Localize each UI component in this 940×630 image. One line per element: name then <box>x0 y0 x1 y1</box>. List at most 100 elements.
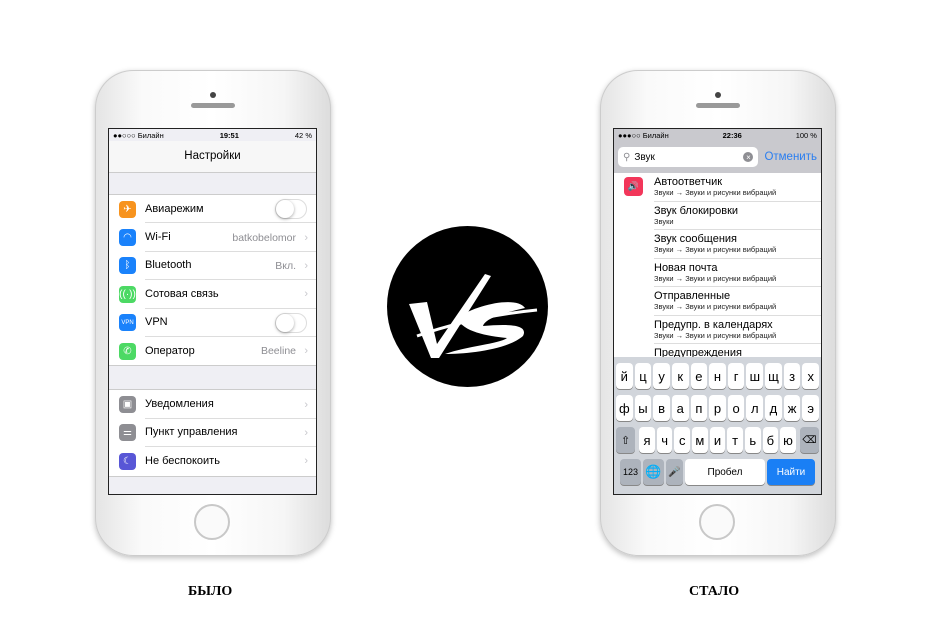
speaker-icon: 🔊 <box>624 177 643 196</box>
chevron-right-icon: › <box>304 259 308 272</box>
time: 22:36 <box>722 130 742 140</box>
settings-row[interactable]: ᛒ Bluetooth Вкл. › <box>109 252 316 281</box>
key[interactable]: ю <box>780 427 796 453</box>
key[interactable]: т <box>727 427 743 453</box>
key[interactable]: ф <box>615 395 633 421</box>
new-iphone: ●●●○○ Билайн 22:36 100 % ⚲ Звук × Отмени… <box>600 70 836 556</box>
key[interactable]: ь <box>744 427 761 453</box>
key[interactable]: р <box>709 395 726 421</box>
search-result[interactable]: Отправленные Звуки → Звуки и рисунки вибр… <box>654 287 821 316</box>
key[interactable]: г <box>727 363 745 389</box>
chevron-right-icon: › <box>304 426 308 439</box>
shift-icon[interactable]: ⇧ <box>615 427 636 453</box>
row-label: Уведомления <box>145 390 316 419</box>
battery: 100 % <box>795 130 817 140</box>
key[interactable]: й <box>615 363 633 389</box>
settings-group-system: ▣ Уведомления › ⚌ Пункт управления › ☾ Не беспо… <box>109 389 316 477</box>
search-results: 🔊 Автоответчик Звуки → Звуки и рисунки виб… <box>614 173 821 358</box>
settings-row[interactable]: ✈ Авиарежим <box>109 195 316 224</box>
settings-row[interactable]: ⚌ Пункт управления › <box>109 419 316 448</box>
search-result[interactable]: Звук сообщения Звуки → Звуки и рисунки ви… <box>654 230 821 259</box>
key[interactable]: ч <box>656 427 673 453</box>
home-button[interactable] <box>699 504 735 540</box>
search-result[interactable]: 🔊 Автоответчик Звуки → Звуки и рисунки виб… <box>624 173 821 202</box>
vpn-icon: VPN <box>119 314 136 332</box>
search-result[interactable]: Новая почта Звуки → Звуки и рисунки вибра… <box>654 259 821 287</box>
settings-row[interactable]: ▣ Уведомления › <box>109 390 316 419</box>
key[interactable]: м <box>692 427 708 453</box>
microphone-icon[interactable]: 🎤 <box>666 459 683 485</box>
result-title: Отправленные <box>654 290 731 302</box>
chevron-right-icon: › <box>304 288 308 301</box>
result-title: Звук сообщения <box>654 233 737 245</box>
result-title: Автоответчик <box>654 176 723 188</box>
row-label: Не беспокоить <box>145 455 220 468</box>
key[interactable]: б <box>762 427 779 453</box>
row-label: Пункт управления <box>145 419 316 448</box>
key-numbers[interactable]: 123 <box>620 459 641 485</box>
row-label: Сотовая связь <box>145 280 316 309</box>
cancel-button[interactable]: Отменить <box>764 151 817 163</box>
search-input[interactable]: ⚲ Звук × <box>618 147 759 167</box>
home-button[interactable] <box>194 504 230 540</box>
key[interactable]: и <box>709 427 726 453</box>
old-iphone: ●●○○○ Билайн 19:51 42 % Настройки ✈ Авиар… <box>95 70 331 556</box>
key[interactable]: с <box>674 427 691 453</box>
speaker <box>696 103 740 108</box>
status-bar: ●●○○○ Билайн 19:51 42 % <box>109 129 316 141</box>
key-space[interactable]: Пробел <box>685 459 765 485</box>
chevron-right-icon: › <box>304 231 308 244</box>
toggle-switch[interactable] <box>275 312 307 333</box>
search-bar: ⚲ Звук × Отменить <box>614 141 821 173</box>
key[interactable]: н <box>709 363 726 389</box>
settings-row[interactable]: ☾ Не беспокоить › <box>109 447 316 475</box>
key[interactable]: а <box>671 395 689 421</box>
row-value: Beeline <box>260 345 296 358</box>
backspace-icon[interactable]: ⌫ <box>799 427 820 453</box>
battery: 42 % <box>294 130 312 140</box>
result-path: Звуки → Звуки и рисунки вибраций <box>654 302 777 311</box>
key[interactable]: к <box>671 363 689 389</box>
key[interactable]: щ <box>765 363 782 389</box>
key[interactable]: о <box>727 395 745 421</box>
globe-icon[interactable]: 🌐 <box>643 459 664 485</box>
status-bar: ●●●○○ Билайн 22:36 100 % <box>614 129 821 141</box>
toggle-switch[interactable] <box>275 199 307 220</box>
search-result[interactable]: Предупр. в календарях Звуки → Звуки и рис… <box>654 316 821 344</box>
moon-icon: ☾ <box>119 452 136 470</box>
key[interactable]: ы <box>634 395 652 421</box>
result-title: Предупр. в календарях <box>654 318 773 331</box>
settings-screen: ●●○○○ Билайн 19:51 42 % Настройки ✈ Авиар… <box>108 128 317 495</box>
vs-logo <box>387 226 548 387</box>
settings-row[interactable]: ((·)) Сотовая связь › <box>109 280 316 309</box>
vpn-icon-label: VPN <box>121 319 134 326</box>
cellular-icon: ((·)) <box>119 285 136 303</box>
key-search[interactable]: Найти <box>767 459 815 485</box>
key[interactable]: е <box>690 363 708 389</box>
airplane-icon: ✈ <box>119 200 136 218</box>
key[interactable]: з <box>783 363 801 389</box>
search-result[interactable]: Звук блокировки Звуки <box>654 202 821 230</box>
result-path: Звуки <box>654 216 674 226</box>
settings-row[interactable]: VPN VPN <box>109 309 316 337</box>
key[interactable]: в <box>653 395 670 421</box>
key[interactable]: я <box>639 427 655 453</box>
carrier: ●●●○○ Билайн <box>618 130 669 140</box>
key[interactable]: х <box>802 363 820 389</box>
search-result[interactable]: Предупреждения <box>654 344 821 358</box>
settings-row[interactable]: ✆ Оператор Beeline › <box>109 337 316 365</box>
key[interactable]: ж <box>783 395 801 421</box>
key[interactable]: д <box>765 395 782 421</box>
key[interactable]: ш <box>746 363 764 389</box>
key[interactable]: ц <box>634 363 652 389</box>
result-title: Звук блокировки <box>654 204 739 217</box>
key[interactable]: л <box>746 395 764 421</box>
row-value: batkobelomor <box>232 231 296 244</box>
clear-icon[interactable]: × <box>743 152 754 162</box>
key[interactable]: п <box>690 395 708 421</box>
key[interactable]: э <box>802 395 820 421</box>
chevron-right-icon: › <box>304 345 308 358</box>
settings-row[interactable]: ◠ Wi-Fi batkobelomor › <box>109 223 316 252</box>
search-screen: ●●●○○ Билайн 22:36 100 % ⚲ Звук × Отмени… <box>613 128 822 495</box>
key[interactable]: у <box>653 363 670 389</box>
